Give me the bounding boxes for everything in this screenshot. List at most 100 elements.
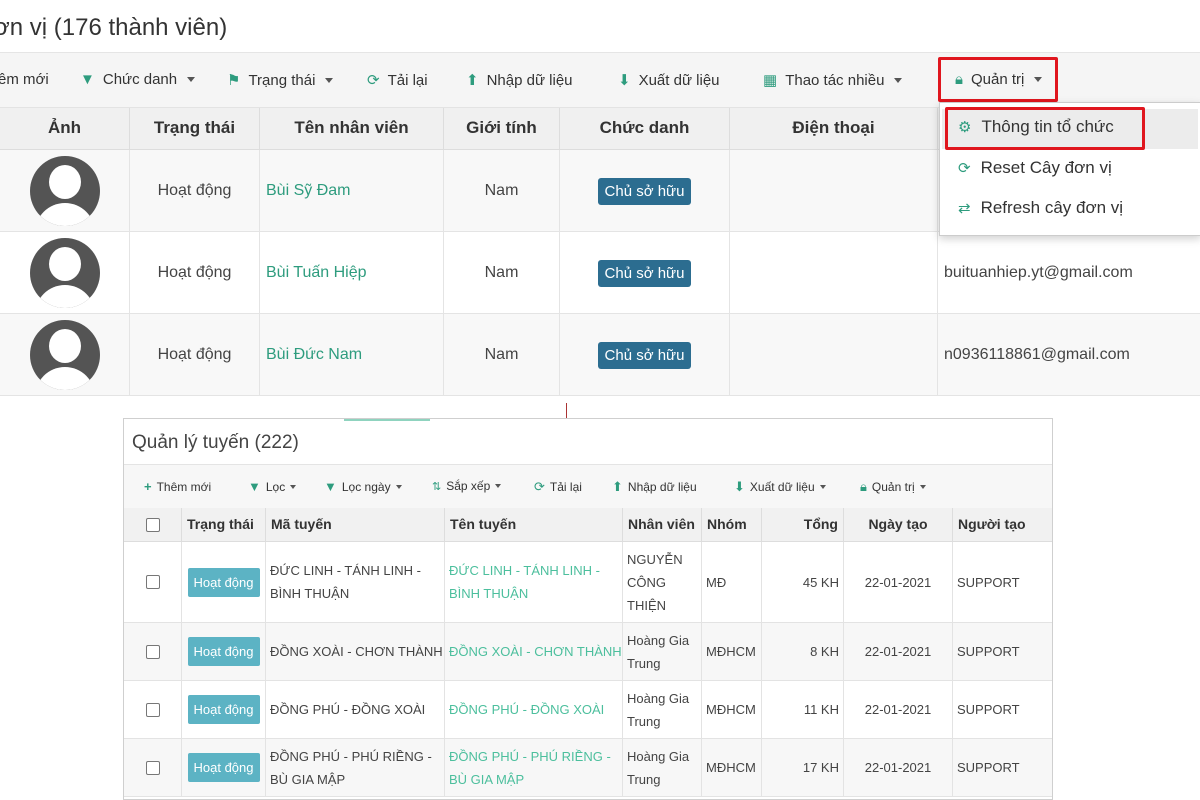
download-icon: ⬇ [734, 479, 745, 494]
table-row[interactable]: Hoạt động Bùi Tuấn Hiệp Nam Chủ sở hữu b… [0, 232, 1200, 314]
chevron-down-icon [819, 485, 826, 489]
status-text: Hoạt động [130, 232, 260, 314]
group-name: MĐHCM [702, 623, 762, 680]
role-badge: Chủ sở hữu [597, 341, 692, 369]
gender-text: Nam [444, 150, 560, 232]
refresh-tree-label: Refresh cây đơn vị [980, 198, 1124, 217]
table-row[interactable]: Hoạt động Bùi Đức Nam Nam Chủ sở hữu n09… [0, 314, 1200, 396]
creator-name: SUPPORT [957, 760, 1020, 775]
created-date: 22-01-2021 [844, 542, 953, 622]
group-name: MĐ [702, 542, 762, 622]
flag-icon: ⚑ [227, 72, 241, 89]
route-name-cell: ĐỒNG PHÚ - ĐỒNG XOÀI [445, 681, 623, 738]
filter-date-label: Lọc ngày [341, 479, 391, 494]
filter-icon: ▼ [324, 479, 337, 494]
reload-label: Tải lại [387, 71, 428, 89]
status-text: Hoạt động [130, 314, 260, 396]
email-text: buituanhiep.yt@gmail.com [944, 264, 1133, 281]
col-staff: Nhân viên [623, 508, 702, 542]
reload-button[interactable]: ⟳ Tải lại [534, 479, 582, 495]
row-checkbox[interactable] [145, 760, 160, 775]
route-code: ĐỒNG XOÀI - CHƠN THÀNH [266, 623, 445, 680]
route-name-cell: ĐỨC LINH - TÁNH LINH - BÌNH THUẬN [445, 542, 623, 622]
chevron-down-icon [495, 484, 502, 488]
export-label: Xuất dữ liệu [638, 71, 720, 89]
employee-name-cell: Bùi Sỹ Đam [260, 150, 444, 232]
import-button[interactable]: ⬆ Nhập dữ liệu [612, 479, 697, 495]
table-row[interactable]: Hoạt động ĐỒNG PHÚ - PHÚ RIỀNG - BÙ GIA … [124, 739, 1052, 797]
reload-label: Tải lại [549, 480, 582, 494]
col-position: Chức danh [560, 108, 730, 150]
gender-text: Nam [444, 314, 560, 396]
route-name-link[interactable]: ĐỒNG XOÀI - CHƠN THÀNH [449, 640, 622, 663]
creator-name: SUPPORT [957, 644, 1020, 659]
status-filter-button[interactable]: ⚑ Trạng thái [227, 71, 334, 89]
position-filter-label: Chức danh [102, 71, 178, 88]
reload-button[interactable]: ⟳ Tải lại [367, 71, 428, 90]
status-badge: Hoạt động [187, 695, 260, 724]
status-cell: Hoạt động [182, 623, 266, 680]
staff-name: Hoàng Gia Trung [623, 681, 702, 738]
status-badge: Hoạt động [187, 753, 260, 782]
upload-icon: ⬆ [612, 479, 623, 494]
routes-title: Quản lý tuyến (222) [132, 432, 299, 453]
avatar [29, 320, 100, 390]
bulk-actions-label: Thao tác nhiều [785, 71, 885, 89]
employee-name-link[interactable]: Bùi Sỹ Đam [266, 182, 350, 200]
col-status: Trạng thái [130, 108, 260, 150]
email-cell: n0936118861@gmail.com [938, 314, 1200, 396]
select-all-checkbox[interactable] [145, 518, 160, 532]
admin-button-highlight [938, 57, 1058, 102]
org-info-highlight [945, 107, 1145, 150]
col-group: Nhóm [702, 508, 762, 542]
table-row[interactable]: Hoạt động ĐỒNG PHÚ - ĐỒNG XOÀI ĐỒNG PHÚ … [124, 681, 1052, 739]
routes-panel: Quản lý tuyến (222) + Thêm mới ▼ Lọc ▼ L… [123, 418, 1053, 800]
filter-icon: ▼ [248, 479, 261, 494]
route-name-cell: ĐỒNG PHÚ - PHÚ RIỀNG - BÙ GIA MẬP [445, 739, 623, 796]
route-name-cell: ĐỒNG XOÀI - CHƠN THÀNH [445, 623, 623, 680]
employee-name-link[interactable]: Bùi Tuấn Hiệp [266, 264, 367, 282]
menu-item-refresh-tree[interactable]: ⇄ Refresh cây đơn vị [958, 198, 1123, 218]
route-name-link[interactable]: ĐỒNG PHÚ - ĐỒNG XOÀI [449, 698, 604, 721]
col-route-code: Mã tuyến [266, 508, 445, 542]
employee-name-cell: Bùi Tuấn Hiệp [260, 232, 444, 314]
employee-name-link[interactable]: Bùi Đức Nam [266, 346, 362, 364]
staff-name: Hoàng Gia Trung [623, 739, 702, 796]
menu-item-reset-tree[interactable]: ⟳ Reset Cây đơn vị [958, 158, 1112, 178]
route-name-link[interactable]: ĐỨC LINH - TÁNH LINH - BÌNH THUẬN [449, 559, 622, 605]
active-tab-indicator [344, 419, 430, 421]
avatar-cell [0, 150, 130, 232]
staff-name: Hoàng Gia Trung [623, 623, 702, 680]
admin-button[interactable]: 🔒︎ Quản trị [860, 479, 926, 495]
refresh-icon: ⟳ [534, 479, 545, 494]
row-checkbox[interactable] [145, 702, 160, 717]
sort-button[interactable]: ⇅ Sắp xếp [432, 479, 502, 493]
filter-date-button[interactable]: ▼ Lọc ngày [324, 479, 402, 494]
customer-total: 8 KH [762, 623, 844, 680]
row-select-cell [124, 681, 182, 738]
route-name-link[interactable]: ĐỒNG PHÚ - PHÚ RIỀNG - BÙ GIA MẬP [449, 745, 622, 791]
routes-table-header: Trạng thái Mã tuyến Tên tuyến Nhân viên … [124, 508, 1052, 542]
position-filter-button[interactable]: ▼ Chức danh [80, 71, 196, 88]
add-new-button[interactable]: êm mới [0, 71, 49, 88]
table-row[interactable]: Hoạt động ĐỨC LINH - TÁNH LINH - BÌNH TH… [124, 542, 1052, 623]
col-photo: Ảnh [0, 108, 130, 150]
export-button[interactable]: ⬇ Xuất dữ liệu [618, 71, 720, 90]
sort-icon: ⇅ [432, 480, 442, 493]
filter-button[interactable]: ▼ Lọc [248, 479, 297, 494]
row-checkbox[interactable] [145, 575, 160, 589]
phone-cell [730, 150, 938, 232]
add-route-button[interactable]: + Thêm mới [144, 479, 211, 494]
row-checkbox[interactable] [145, 644, 160, 659]
status-filter-label: Trạng thái [248, 71, 316, 89]
bulk-actions-button[interactable]: ▦ Thao tác nhiều [763, 71, 903, 89]
table-row[interactable]: Hoạt động ĐỒNG XOÀI - CHƠN THÀNH ĐỒNG XO… [124, 623, 1052, 681]
customer-total: 11 KH [762, 681, 844, 738]
status-cell: Hoạt động [182, 739, 266, 796]
col-gender: Giới tính [444, 108, 560, 150]
group-name: MĐHCM [702, 739, 762, 796]
import-button[interactable]: ⬆ Nhập dữ liệu [466, 71, 573, 90]
chevron-down-icon [395, 484, 402, 489]
export-button[interactable]: ⬇ Xuất dữ liệu [734, 479, 826, 495]
col-total: Tổng [762, 508, 844, 542]
